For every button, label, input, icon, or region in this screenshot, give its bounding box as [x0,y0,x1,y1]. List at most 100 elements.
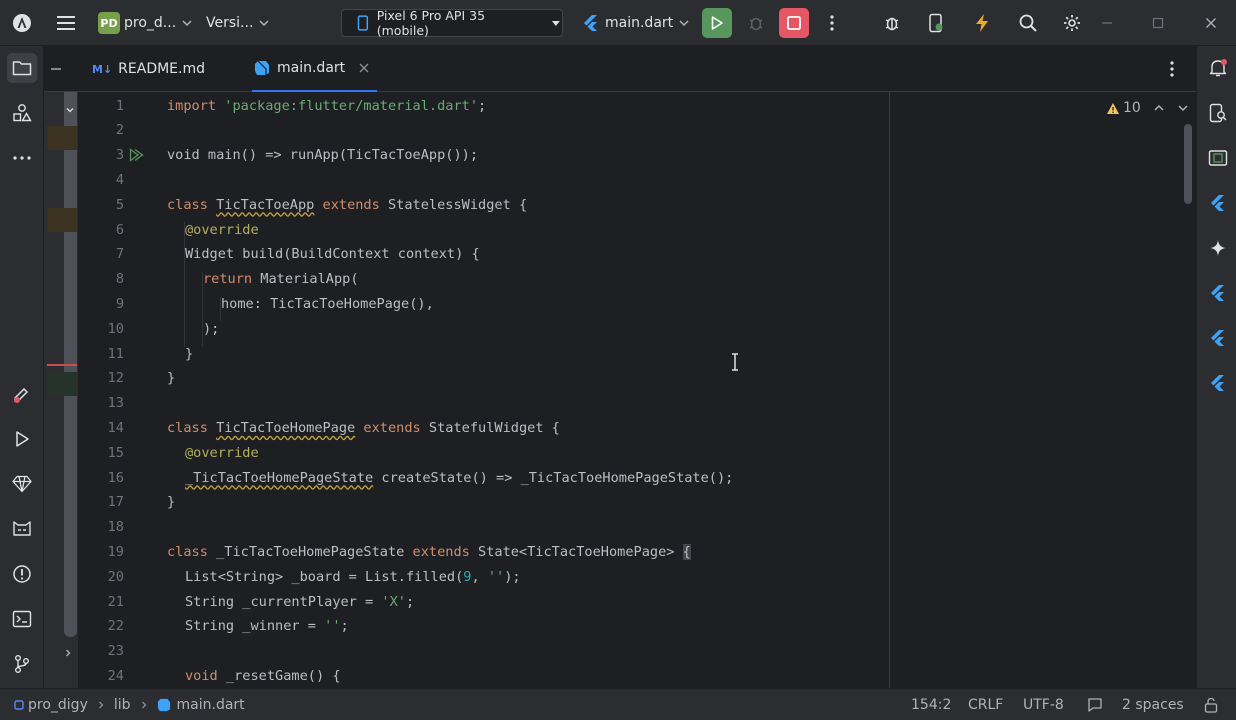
stop-icon [787,16,801,30]
line-number: 14 [107,419,124,436]
lightning-icon [976,14,988,32]
device-manager-icon [929,13,943,33]
phone-search-icon [1209,103,1227,123]
vcs-widget[interactable]: Versi... [206,0,270,46]
phone-icon [357,15,369,31]
device-file-explorer-button[interactable] [1203,98,1233,128]
hot-reload-button[interactable] [967,8,997,38]
notifications-button[interactable] [1203,53,1233,83]
search-button[interactable] [1013,8,1043,38]
run-tool-button[interactable] [7,424,37,454]
code-line: 4 [44,168,1196,193]
collapse-panel-button[interactable] [44,46,68,92]
flutter-deep-links-button[interactable] [1203,368,1233,398]
code-editor[interactable]: 10 1 import 'package:flutter/material.dar… [44,92,1196,688]
code-text: ); [203,320,220,337]
maximize-icon [1152,17,1164,29]
minus-icon [51,68,61,70]
indent-settings[interactable]: 2 spaces [1122,689,1184,720]
terminal-button[interactable] [7,604,37,634]
code-text: List<String> _board = List.filled(9, '')… [185,568,521,585]
tab-options-button[interactable] [1157,54,1187,84]
minimize-button[interactable] [1092,8,1122,38]
cat-icon [13,521,31,536]
flutter-inspector-right-button[interactable] [1203,278,1233,308]
line-number: 1 [115,97,124,114]
breadcrumb-project[interactable]: pro_digy [28,697,88,713]
code-line: 3 void main() => runApp(TicTacToeApp()); [44,143,1196,168]
code-text: } [167,494,176,511]
chevron-down-icon [182,20,192,27]
close-tab-icon[interactable] [359,63,369,73]
flutter-outline-button[interactable] [1203,188,1233,218]
line-number: 9 [115,295,124,312]
flutter-inspector-button[interactable] [7,379,37,409]
devices-icon [1208,150,1228,166]
running-devices-button[interactable] [1203,143,1233,173]
search-icon [1019,14,1037,32]
flutter-icon [1211,375,1224,391]
code-line: 21 String _currentPlayer = 'X'; [44,590,1196,615]
line-separator[interactable]: CRLF [968,689,1003,720]
code-text: } [167,370,176,387]
breadcrumb-file[interactable]: main.dart [177,697,245,713]
code-text: _TicTacToeHomePageState createState() =>… [185,469,734,486]
device-manager-button[interactable] [921,8,951,38]
more-horizontal-icon [13,156,31,160]
run-button[interactable] [702,8,732,38]
device-selector[interactable]: Pixel 6 Pro API 35 (mobile) [341,8,563,38]
code-line: 10); [44,317,1196,342]
code-line: 12} [44,366,1196,391]
markdown-icon: M↓ [92,62,113,76]
close-window-button[interactable] [1196,8,1226,38]
code-text: Widget build(BuildContext context) { [185,246,480,263]
app-logo-icon[interactable] [7,8,37,38]
code-line: 14 class TicTacToeHomePage extends Statef… [44,416,1196,441]
tab-readme[interactable]: M↓ README.md [92,46,205,92]
ai-assistant-button[interactable] [1203,233,1233,263]
file-encoding[interactable]: UTF-8 [1023,689,1064,720]
caret-position[interactable]: 154:2 [911,689,951,720]
git-branch-icon [15,655,29,673]
main-menu-icon[interactable] [51,8,81,38]
run-config-selector[interactable]: main.dart [582,0,690,46]
chat-bubble-icon [1088,697,1102,712]
code-line: 2 [44,118,1196,143]
line-number: 22 [107,618,124,635]
code-text: @override [185,221,259,238]
flutter-performance-button[interactable] [1203,323,1233,353]
project-widget[interactable]: PD pro_d... [98,0,193,46]
line-number: 13 [107,395,124,412]
readonly-toggle[interactable] [1087,689,1103,720]
project-tool-button[interactable] [7,53,37,83]
resource-manager-button[interactable] [7,98,37,128]
line-number: 23 [107,643,124,660]
version-control-button[interactable] [7,649,37,679]
lock-toggle[interactable] [1204,689,1218,720]
stop-button[interactable] [779,8,809,38]
bug-gear-icon [885,17,899,31]
code-line: 1 import 'package:flutter/material.dart'; [44,94,1196,119]
code-line: 23 [44,639,1196,664]
warning-circle-icon [13,565,31,583]
more-tool-windows-button[interactable] [7,143,37,173]
minimize-icon [1102,22,1112,24]
flutter-icon [584,15,597,31]
dart-icon [255,60,269,75]
logcat-button[interactable] [7,514,37,544]
app-inspection-button[interactable] [877,8,907,38]
debug-button[interactable] [741,8,771,38]
breadcrumb-folder[interactable]: lib [114,697,131,713]
problems-button[interactable] [7,559,37,589]
more-actions-button[interactable] [817,8,847,38]
tab-main-dart[interactable]: main.dart [252,46,378,92]
code-text: @override [185,444,259,461]
maximize-button[interactable] [1143,8,1173,38]
dart-devtools-button[interactable] [7,469,37,499]
settings-button[interactable] [1057,8,1087,38]
code-line: 16 _TicTacToeHomePageState createState() … [44,466,1196,491]
editor-tab-bar: M↓ README.md main.dart [44,46,1196,92]
code-text: class _TicTacToeHomePageState extends St… [167,543,691,560]
project-name: pro_d... [124,15,177,31]
breadcrumb: pro_digy lib main.dart [14,689,245,720]
